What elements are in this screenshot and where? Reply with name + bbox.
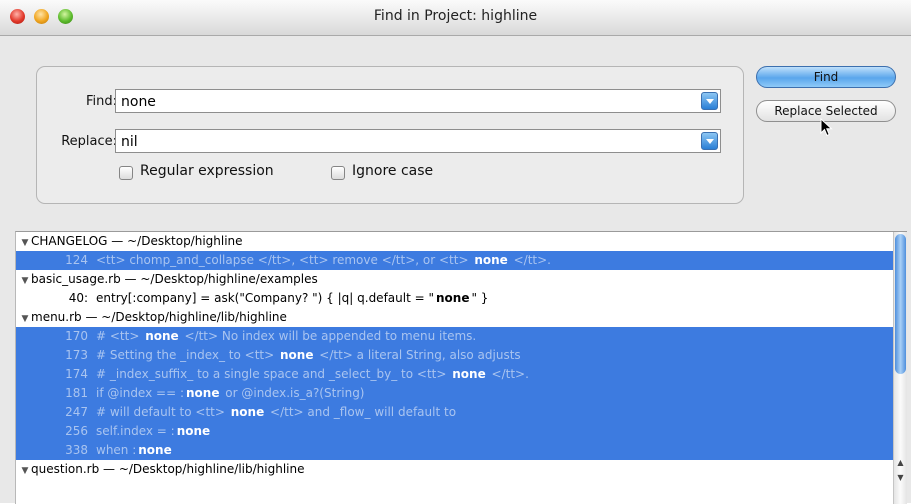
match-context-before: # will default to <tt> xyxy=(96,405,229,419)
find-label: Find: xyxy=(85,94,117,109)
result-match-row[interactable]: 170 # <tt> none </tt> No index will be ap… xyxy=(16,327,907,346)
result-file-label: menu.rb — ~/Desktop/highline/lib/highlin… xyxy=(31,310,287,324)
match-context-before: <tt> chomp_and_collapse </tt>, <tt> remo… xyxy=(96,253,473,267)
match-context-before: if @index == : xyxy=(96,386,184,400)
match-context-before: self.index = : xyxy=(96,424,175,438)
match-context-after: </tt> and _flow_ will default to xyxy=(266,405,457,419)
replace-history-dropdown-icon[interactable] xyxy=(701,132,718,150)
search-results-list[interactable]: ▼ CHANGELOG — ~/Desktop/highline 124 <tt> c… xyxy=(15,231,907,504)
replace-input[interactable] xyxy=(121,132,701,151)
ignore-case-label[interactable]: Ignore case xyxy=(352,163,433,179)
disclosure-triangle-icon[interactable]: ▼ xyxy=(19,272,31,289)
line-number: 40: xyxy=(68,291,88,305)
match-context-after: " } xyxy=(471,291,489,305)
line-number: 124 xyxy=(65,253,88,267)
match-context-before: # <tt> xyxy=(96,329,144,343)
result-file-label: question.rb — ~/Desktop/highline/lib/hig… xyxy=(31,462,305,476)
disclosure-triangle-icon[interactable]: ▼ xyxy=(19,462,31,479)
match-highlight: none xyxy=(472,253,510,267)
match-highlight: none xyxy=(136,443,174,457)
result-file-group[interactable]: ▼ basic_usage.rb — ~/Desktop/highline/exa… xyxy=(16,270,907,289)
result-match-row[interactable]: 173 # Setting the _index_ to <tt> none </… xyxy=(16,346,907,365)
match-context-before: when : xyxy=(96,443,137,457)
line-number: 247 xyxy=(65,405,88,419)
match-context-after: </tt> a literal String, also adjusts xyxy=(315,348,521,362)
match-highlight: none xyxy=(436,291,470,305)
line-number: 181 xyxy=(65,386,88,400)
scroll-up-arrow-icon[interactable]: ▲ xyxy=(894,458,907,472)
result-match-row[interactable]: 40: entry[:company] = ask("Company? ") { … xyxy=(16,289,907,308)
match-highlight: none xyxy=(174,424,213,438)
scrollbar-thumb[interactable] xyxy=(895,234,906,374)
find-input[interactable] xyxy=(121,92,701,111)
results-scrollbar[interactable]: ▲ ▼ xyxy=(893,232,907,504)
match-highlight: none xyxy=(143,329,181,343)
regular-expression-label[interactable]: Regular expression xyxy=(140,163,274,179)
match-highlight: none xyxy=(450,367,488,381)
match-context-after: </tt>. xyxy=(487,367,529,381)
match-context-after: </tt>. xyxy=(509,253,551,267)
find-field[interactable] xyxy=(115,89,721,113)
results-rows: ▼ CHANGELOG — ~/Desktop/highline 124 <tt> c… xyxy=(16,232,907,479)
match-highlight: none xyxy=(228,405,267,419)
line-number: 173 xyxy=(65,348,88,362)
line-number: 256 xyxy=(65,424,88,438)
result-file-group[interactable]: ▼ menu.rb — ~/Desktop/highline/lib/highli… xyxy=(16,308,907,327)
result-file-label: basic_usage.rb — ~/Desktop/highline/exam… xyxy=(31,272,318,286)
match-context-before: # _index_suffix_ to a single space and _… xyxy=(96,367,451,381)
match-context-after: </tt> No index will be appended to menu … xyxy=(180,329,477,343)
search-options-panel: Find: Replace: Regular expression Ignore… xyxy=(36,66,744,204)
find-button[interactable]: Find xyxy=(756,66,896,88)
title-bar: Find in Project: highline xyxy=(0,0,911,36)
result-file-label: CHANGELOG — ~/Desktop/highline xyxy=(31,234,243,248)
disclosure-triangle-icon[interactable]: ▼ xyxy=(19,310,31,327)
result-match-row[interactable]: 256 self.index = : none xyxy=(16,422,907,441)
match-highlight: none xyxy=(183,386,222,400)
result-file-group[interactable]: ▼ question.rb — ~/Desktop/highline/lib/hi… xyxy=(16,460,907,479)
result-match-row[interactable]: 338 when : none xyxy=(16,441,907,460)
replace-label: Replace: xyxy=(61,134,117,149)
result-match-row[interactable]: 124 <tt> chomp_and_collapse </tt>, <tt> r… xyxy=(16,251,907,270)
match-highlight: none xyxy=(278,348,316,362)
match-context-after: or @index.is_a?(String) xyxy=(221,386,365,400)
find-in-project-window: Find in Project: highline Find: Replace:… xyxy=(0,0,911,504)
line-number: 338 xyxy=(65,443,88,457)
line-number: 174 xyxy=(65,367,88,381)
result-match-row[interactable]: 174 # _index_suffix_ to a single space an… xyxy=(16,365,907,384)
regular-expression-checkbox[interactable] xyxy=(119,166,133,180)
result-match-row[interactable]: 247 # will default to <tt> none </tt> and… xyxy=(16,403,907,422)
ignore-case-checkbox[interactable] xyxy=(331,166,345,180)
result-file-group[interactable]: ▼ CHANGELOG — ~/Desktop/highline xyxy=(16,232,907,251)
window-title: Find in Project: highline xyxy=(373,8,538,24)
match-context-before: entry[:company] = ask("Company? ") { |q|… xyxy=(96,291,434,305)
disclosure-triangle-icon[interactable]: ▼ xyxy=(19,234,31,251)
match-context-before: # Setting the _index_ to <tt> xyxy=(96,348,278,362)
scroll-down-arrow-icon[interactable]: ▼ xyxy=(894,473,907,487)
result-match-row[interactable]: 181 if @index == : none or @index.is_a?(St… xyxy=(16,384,907,403)
line-number: 170 xyxy=(65,329,88,343)
replace-field[interactable] xyxy=(115,129,721,153)
find-history-dropdown-icon[interactable] xyxy=(701,92,718,110)
